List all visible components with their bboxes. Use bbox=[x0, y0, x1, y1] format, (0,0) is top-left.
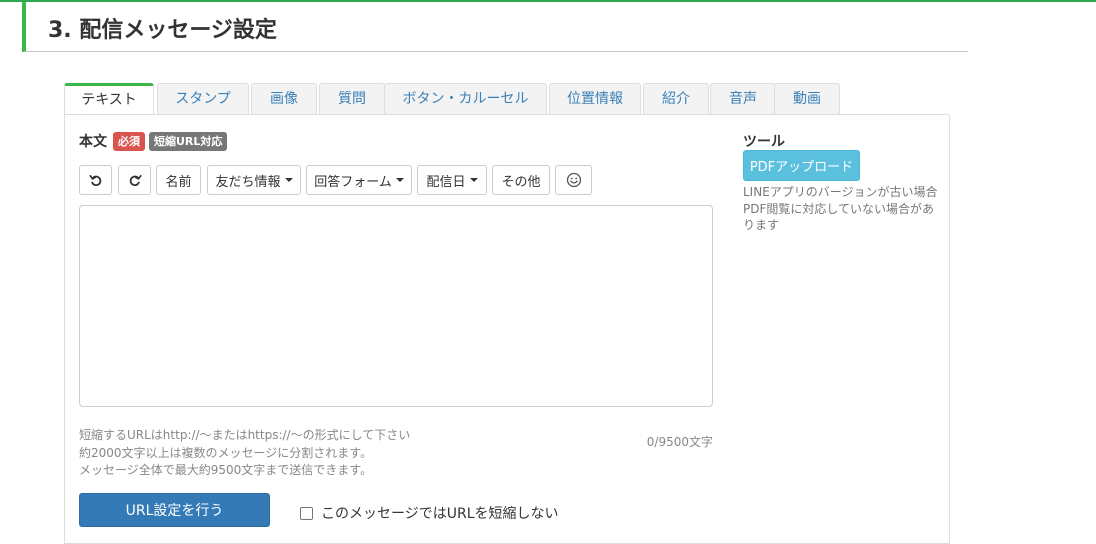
no-shorten-label: このメッセージではURLを短縮しない bbox=[321, 506, 559, 522]
help-line-2: 約2000文字以上は複数のメッセージに分割されます。 bbox=[79, 445, 373, 460]
caret-down-icon bbox=[469, 178, 478, 182]
redo-icon bbox=[129, 175, 142, 187]
no-shorten-checkbox[interactable] bbox=[300, 506, 313, 520]
tab-video[interactable]: 動画 bbox=[774, 83, 840, 115]
redo-button[interactable] bbox=[118, 165, 151, 195]
tab-stamp[interactable]: スタンプ bbox=[157, 83, 249, 115]
tab-button-carousel[interactable]: ボタン・カルーセル bbox=[384, 83, 547, 115]
body-label-row: 本文 必須 短縮URL対応 bbox=[79, 131, 231, 151]
friend-info-dropdown[interactable]: 友だち情報 bbox=[207, 165, 301, 195]
help-text: 短縮するURLはhttp://～またはhttps://～の形式にして下さい 約2… bbox=[79, 427, 410, 480]
emoji-button[interactable] bbox=[555, 165, 592, 195]
delivery-date-label: 配信日 bbox=[426, 174, 466, 190]
answer-form-label: 回答フォーム bbox=[314, 174, 392, 190]
message-textarea[interactable] bbox=[79, 205, 713, 407]
delivery-date-dropdown[interactable]: 配信日 bbox=[417, 165, 487, 195]
tab-question[interactable]: 質問 bbox=[319, 83, 385, 115]
tab-image[interactable]: 画像 bbox=[251, 83, 317, 115]
smiley-icon bbox=[566, 172, 581, 188]
character-counter: 0/9500文字 bbox=[646, 435, 713, 449]
help-line-3: メッセージ全体で最大約9500文字まで送信できます。 bbox=[79, 463, 373, 477]
tab-audio[interactable]: 音声 bbox=[710, 83, 776, 115]
caret-down-icon bbox=[395, 178, 404, 182]
tab-location[interactable]: 位置情報 bbox=[549, 83, 641, 115]
section-heading: 3. 配信メッセージ設定 bbox=[22, 2, 968, 52]
no-shorten-option[interactable]: このメッセージではURLを短縮しない bbox=[300, 503, 559, 523]
tab-introduction[interactable]: 紹介 bbox=[643, 83, 709, 115]
tools-title: ツール bbox=[743, 134, 785, 150]
short-url-badge: 短縮URL対応 bbox=[149, 131, 228, 151]
section-title: 3. 配信メッセージ設定 bbox=[48, 18, 277, 43]
other-button[interactable]: その他 bbox=[492, 165, 550, 195]
answer-form-dropdown[interactable]: 回答フォーム bbox=[306, 165, 412, 195]
body-label: 本文 bbox=[79, 134, 107, 150]
pdf-upload-button[interactable]: PDFアップロード bbox=[743, 150, 860, 181]
tab-text[interactable]: テキスト bbox=[64, 83, 154, 116]
pdf-compat-note: LINEアプリのバージョンが古い場合PDF閲覧に対応していない場合があります bbox=[743, 185, 938, 232]
undo-button[interactable] bbox=[79, 165, 112, 195]
caret-down-icon bbox=[284, 178, 293, 182]
required-badge: 必須 bbox=[113, 131, 145, 151]
help-line-1: 短縮するURLはhttp://～またはhttps://～の形式にして下さい bbox=[79, 428, 411, 442]
undo-icon bbox=[88, 175, 101, 187]
friend-info-label: 友だち情報 bbox=[215, 174, 281, 190]
url-settings-button[interactable]: URL設定を行う bbox=[79, 493, 270, 527]
insert-name-button[interactable]: 名前 bbox=[156, 165, 201, 195]
